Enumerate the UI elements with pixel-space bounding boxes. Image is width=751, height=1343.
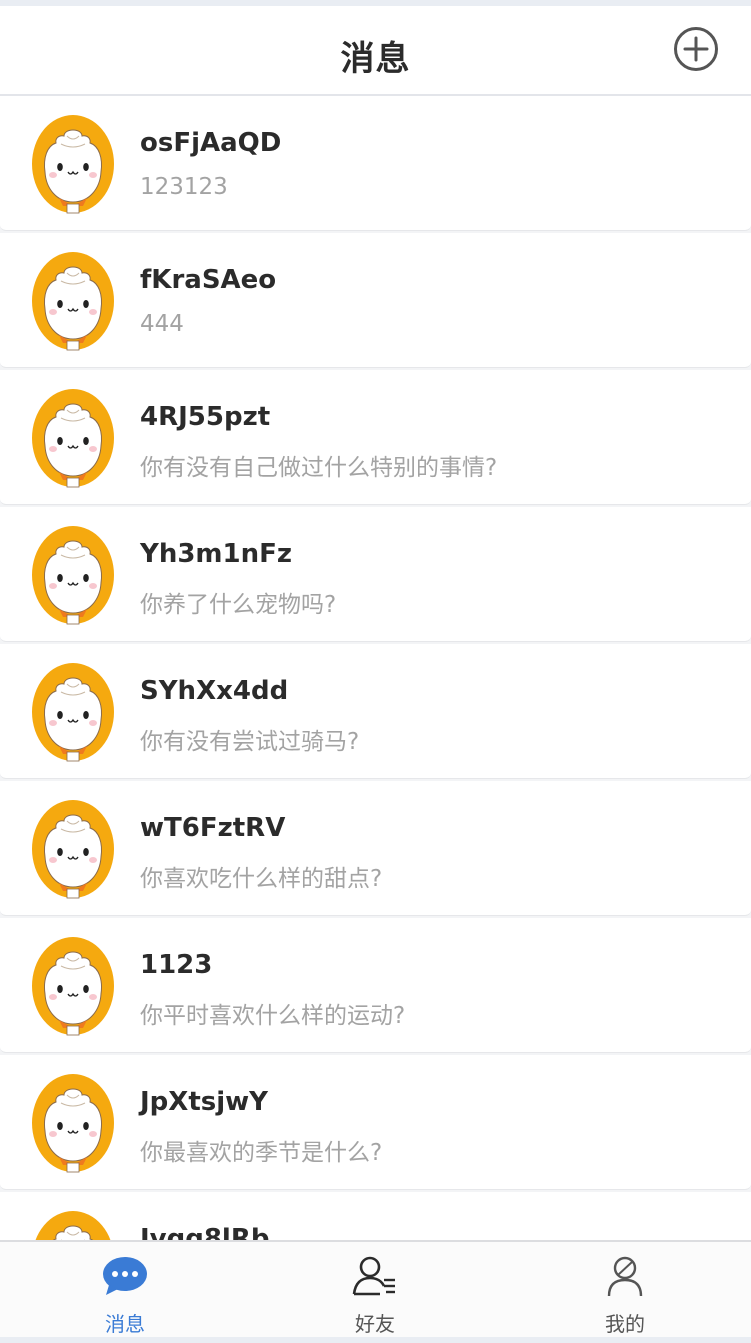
tab-messages[interactable]: 消息 <box>0 1242 250 1339</box>
tab-label: 消息 <box>105 1312 145 1336</box>
avatar <box>32 800 114 899</box>
header-bar: 消息 <box>0 6 751 96</box>
conversation-name: fKraSAeo <box>140 265 277 295</box>
conversation-last-message: 你有没有自己做过什么特别的事情? <box>140 455 498 481</box>
conversation-list[interactable]: osFjAaQD 123123 fKraSAeo 444 4RJ55pzt 你有没有自… <box>0 96 751 1240</box>
avatar <box>32 115 114 214</box>
tab-label: 好友 <box>355 1312 395 1336</box>
conversation-item[interactable]: Yh3m1nFz 你养了什么宠物吗? <box>0 507 751 642</box>
conversation-last-message: 你喜欢吃什么样的甜点? <box>140 866 383 892</box>
plus-circle-icon <box>674 27 718 71</box>
conversation-item[interactable]: wT6FztRV 你喜欢吃什么样的甜点? <box>0 781 751 916</box>
conversation-last-message: 123123 <box>140 174 228 200</box>
conversation-name: Yh3m1nFz <box>140 539 293 569</box>
tab-bar: 消息 好友 我的 <box>0 1240 751 1339</box>
avatar <box>32 252 114 351</box>
chat-bubble-icon <box>103 1257 147 1295</box>
avatar <box>32 937 114 1036</box>
avatar <box>32 1074 114 1173</box>
avatar <box>32 389 114 488</box>
conversation-name: 1123 <box>140 950 213 980</box>
user-icon <box>607 1256 643 1297</box>
conversation-last-message: 444 <box>140 311 184 337</box>
conversation-name: wT6FztRV <box>140 813 286 843</box>
conversation-item[interactable]: fKraSAeo 444 <box>0 233 751 368</box>
conversation-item[interactable]: 4RJ55pzt 你有没有自己做过什么特别的事情? <box>0 370 751 505</box>
friends-icon <box>352 1256 395 1296</box>
conversation-name: Jvqq8lRb <box>140 1224 270 1240</box>
avatar <box>35 1211 111 1240</box>
conversation-name: JpXtsjwY <box>140 1087 268 1117</box>
avatar <box>32 526 114 625</box>
conversation-last-message: 你平时喜欢什么样的运动? <box>140 1003 406 1029</box>
conversation-item[interactable]: 1123 你平时喜欢什么样的运动? <box>0 918 751 1053</box>
avatar <box>32 663 114 762</box>
conversation-last-message: 你最喜欢的季节是什么? <box>140 1140 383 1166</box>
conversation-item[interactable]: Jvqq8lRb <box>0 1192 751 1240</box>
tab-label: 我的 <box>605 1312 645 1336</box>
tab-me[interactable]: 我的 <box>500 1242 750 1339</box>
conversation-name: 4RJ55pzt <box>140 402 271 432</box>
conversation-last-message: 你有没有尝试过骑马? <box>140 729 360 755</box>
page-title: 消息 <box>340 39 411 79</box>
conversation-name: osFjAaQD <box>140 128 282 158</box>
conversation-name: SYhXx4dd <box>140 676 289 706</box>
bottom-edge <box>0 1337 751 1343</box>
tab-friends[interactable]: 好友 <box>250 1242 500 1339</box>
conversation-item[interactable]: SYhXx4dd 你有没有尝试过骑马? <box>0 644 751 779</box>
add-button[interactable] <box>672 25 720 73</box>
conversation-item[interactable]: osFjAaQD 123123 <box>0 96 751 231</box>
conversation-last-message: 你养了什么宠物吗? <box>140 592 337 618</box>
conversation-item[interactable]: JpXtsjwY 你最喜欢的季节是什么? <box>0 1055 751 1190</box>
